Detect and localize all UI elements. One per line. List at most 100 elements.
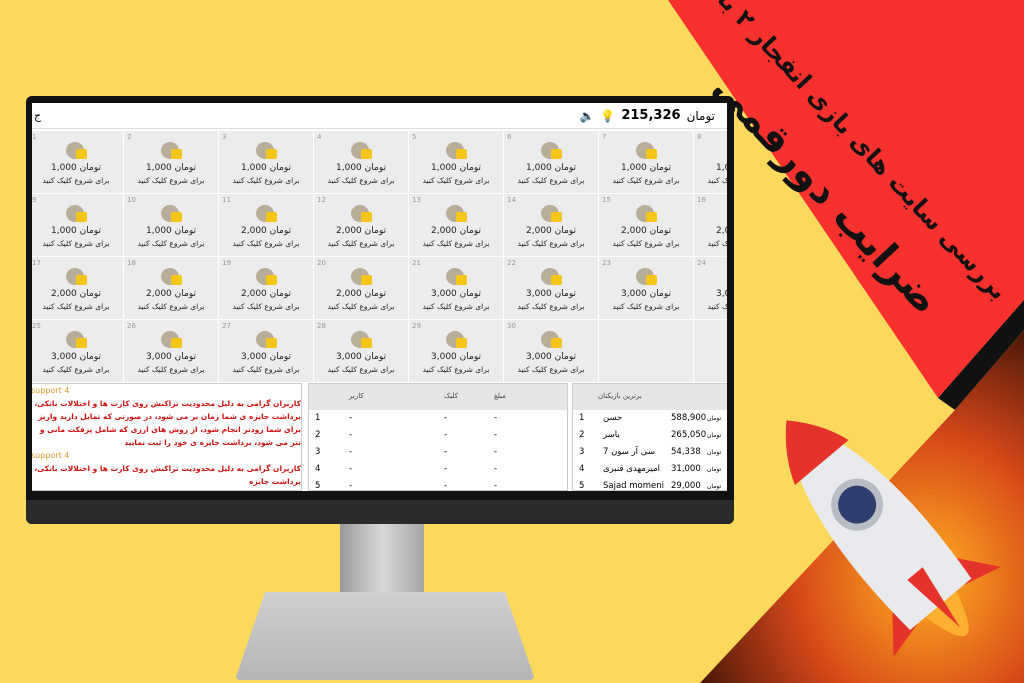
message-text: کاربران گرامی به دلیل محدودیت تراکنش روی…	[34, 464, 301, 486]
game-cell[interactable]: 11 2,000 تومان برای شروع کلیک کنید	[219, 194, 313, 256]
game-cell[interactable]: 28 3,000 تومان برای شروع کلیک کنید	[314, 320, 408, 382]
cell-cta: برای شروع کلیک کنید	[137, 239, 205, 248]
empty-cell	[694, 320, 727, 382]
table-cell: -	[349, 481, 353, 491]
game-cell[interactable]: 21 3,000 تومان برای شروع کلیک کنید	[409, 257, 503, 319]
game-cell[interactable]: 22 3,000 تومان برای شروع کلیک کنید	[504, 257, 598, 319]
cell-number: 26	[127, 322, 136, 330]
cell-currency: تومان	[79, 226, 101, 236]
cell-amount-value: 3,000	[146, 352, 172, 362]
leader-amount: 54,338	[671, 447, 701, 457]
cell-amount-value: 2,000	[336, 289, 362, 299]
cell-number: 12	[317, 196, 326, 204]
cell-amount-value: 1,000	[431, 163, 457, 173]
table-cell: -	[349, 430, 353, 440]
top-players-table: برترین بازیکنان 1 حسن 588,900 تومان 2 یاسر 265…	[572, 383, 727, 491]
cell-amount: 3,000 تومان	[694, 289, 727, 299]
cell-cta: برای شروع کلیک کنید	[422, 176, 490, 185]
cell-number: 8	[697, 133, 702, 141]
cell-number: 16	[697, 196, 706, 204]
money-bag-icon	[64, 263, 88, 285]
leader-rank: 3	[579, 447, 585, 457]
game-cell[interactable]: 6 1,000 تومان برای شروع کلیک کنید	[504, 131, 598, 193]
game-cell[interactable]: 16 2,000 تومان برای شروع کلیک کنید	[694, 194, 727, 256]
cell-amount-value: 2,000	[241, 289, 267, 299]
game-cell[interactable]: 23 3,000 تومان برای شروع کلیک کنید	[599, 257, 693, 319]
money-bag-icon	[539, 137, 563, 159]
table-cell: 2	[315, 430, 321, 440]
cell-currency: تومان	[459, 226, 481, 236]
cell-currency: تومان	[79, 352, 101, 362]
game-cell[interactable]: 10 1,000 تومان برای شروع کلیک کنید	[124, 194, 218, 256]
cell-amount-value: 2,000	[51, 289, 77, 299]
table-cell: -	[349, 447, 353, 457]
balance-currency: تومان	[686, 108, 715, 123]
cell-currency: تومان	[364, 289, 386, 299]
cell-currency: تومان	[554, 163, 576, 173]
money-bag-icon	[349, 137, 373, 159]
game-cell[interactable]: 5 1,000 تومان برای شروع کلیک کنید	[409, 131, 503, 193]
money-bag-icon	[254, 200, 278, 222]
game-cell[interactable]: 3 1,000 تومان برای شروع کلیک کنید	[219, 131, 313, 193]
cell-cta: برای شروع کلیک کنید	[137, 365, 205, 374]
cell-currency: تومان	[554, 289, 576, 299]
table-cell: -	[494, 464, 498, 474]
table-cell: 5	[315, 481, 321, 491]
cell-number: 30	[507, 322, 516, 330]
game-cell[interactable]: 8 1,000 تومان برای شروع کلیک کنید	[694, 131, 727, 193]
game-cell[interactable]: 13 2,000 تومان برای شروع کلیک کنید	[409, 194, 503, 256]
money-bag-icon	[634, 137, 658, 159]
cell-amount-value: 2,000	[431, 226, 457, 236]
cell-number: 7	[602, 133, 607, 141]
game-cell[interactable]: 12 2,000 تومان برای شروع کلیک کنید	[314, 194, 408, 256]
game-cell[interactable]: 2 1,000 تومان برای شروع کلیک کنید	[124, 131, 218, 193]
cell-cta: برای شروع کلیک کنید	[612, 239, 680, 248]
cell-cta: برای شروع کلیک کنید	[327, 176, 395, 185]
cell-currency: تومان	[554, 352, 576, 362]
game-cell[interactable]: 15 2,000 تومان برای شروع کلیک کنید	[599, 194, 693, 256]
leader-name: حسن	[603, 413, 623, 423]
cell-number: 2	[127, 133, 132, 141]
game-cell[interactable]: 25 3,000 تومان برای شروع کلیک کنید	[32, 320, 123, 382]
money-bag-icon	[634, 200, 658, 222]
game-cell[interactable]: 24 3,000 تومان برای شروع کلیک کنید	[694, 257, 727, 319]
speaker-icon[interactable]: 🔈	[579, 109, 594, 123]
game-cell[interactable]: 7 1,000 تومان برای شروع کلیک کنید	[599, 131, 693, 193]
table-cell: -	[494, 430, 498, 440]
game-cell[interactable]: 18 2,000 تومان برای شروع کلیک کنید	[124, 257, 218, 319]
game-cell[interactable]: 4 1,000 تومان برای شروع کلیک کنید	[314, 131, 408, 193]
game-cell[interactable]: 14 2,000 تومان برای شروع کلیک کنید	[504, 194, 598, 256]
game-cell[interactable]: 19 2,000 تومان برای شروع کلیک کنید	[219, 257, 313, 319]
cell-amount: 3,000 تومان	[504, 289, 598, 299]
support-messages[interactable]: support 4 کاربران گرامی به دلیل محدودیت …	[32, 383, 302, 491]
cell-cta: برای شروع کلیک کنید	[232, 365, 300, 374]
cell-currency: تومان	[174, 163, 196, 173]
game-cell[interactable]: 30 3,000 تومان برای شروع کلیک کنید	[504, 320, 598, 382]
cell-currency: تومان	[459, 163, 481, 173]
cell-amount: 1,000 تومان	[32, 163, 123, 173]
cell-number: 1	[32, 133, 37, 141]
cell-number: 27	[222, 322, 231, 330]
cell-number: 22	[507, 259, 516, 267]
table-header: کاربر کلیک مبلغ	[309, 384, 567, 410]
lightbulb-icon[interactable]: 💡	[600, 109, 615, 123]
leader-row: 5 Sajad momeni 29,000 تومان	[573, 478, 727, 490]
cell-amount-value: 1,000	[51, 226, 77, 236]
cell-number: 6	[507, 133, 512, 141]
table-cell: -	[444, 430, 448, 440]
cell-cta: برای شروع کلیک کنید	[707, 302, 727, 311]
money-bag-icon	[349, 326, 373, 348]
game-cell[interactable]: 20 2,000 تومان برای شروع کلیک کنید	[314, 257, 408, 319]
money-bag-icon	[634, 263, 658, 285]
game-cell[interactable]: 17 2,000 تومان برای شروع کلیک کنید	[32, 257, 123, 319]
game-cell[interactable]: 1 1,000 تومان برای شروع کلیک کنید	[32, 131, 123, 193]
game-cell[interactable]: 29 3,000 تومان برای شروع کلیک کنید	[409, 320, 503, 382]
cell-amount: 3,000 تومان	[314, 352, 408, 362]
cell-currency: تومان	[364, 352, 386, 362]
cell-amount-value: 3,000	[336, 352, 362, 362]
game-cell[interactable]: 26 3,000 تومان برای شروع کلیک کنید	[124, 320, 218, 382]
topbar-left-text: ج	[34, 109, 42, 122]
leader-amount: 265,050	[671, 430, 707, 440]
game-cell[interactable]: 9 1,000 تومان برای شروع کلیک کنید	[32, 194, 123, 256]
game-cell[interactable]: 27 3,000 تومان برای شروع کلیک کنید	[219, 320, 313, 382]
